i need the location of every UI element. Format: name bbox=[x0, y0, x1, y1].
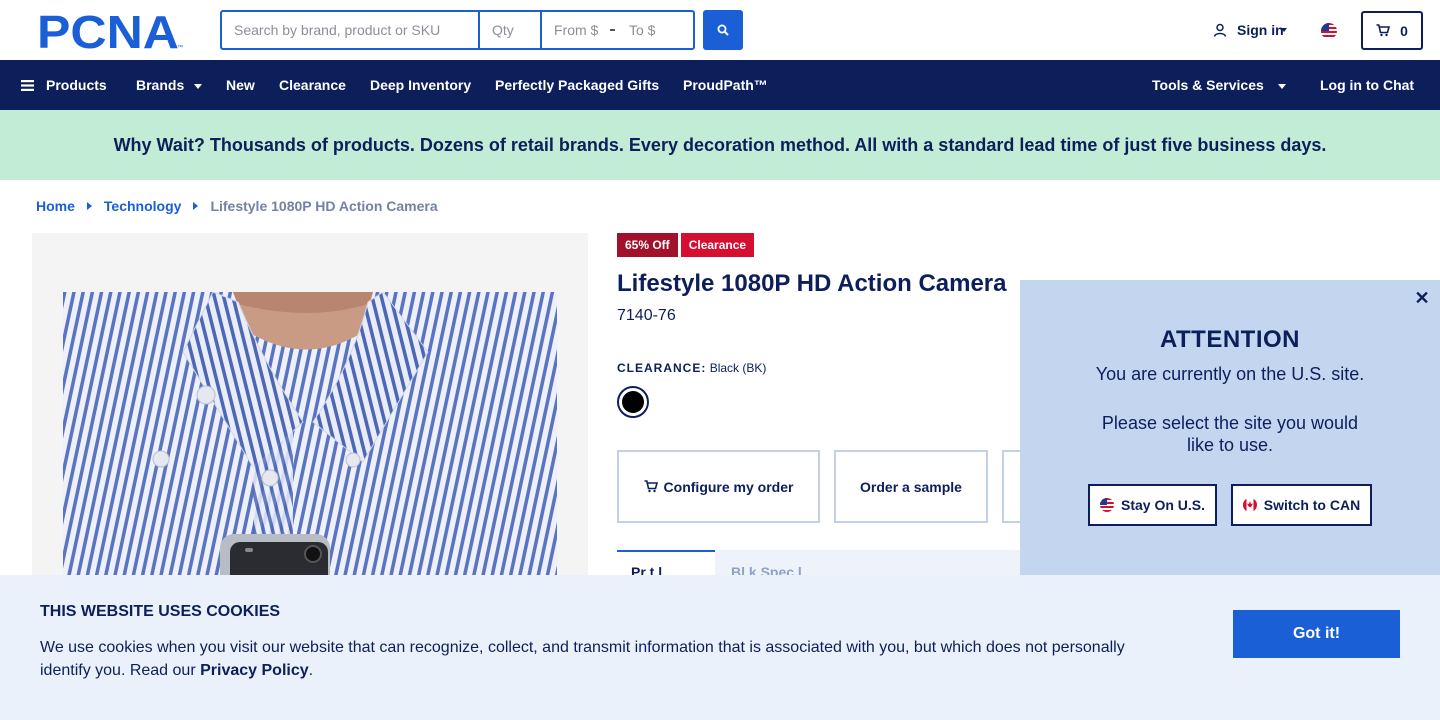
search-icon bbox=[717, 24, 729, 36]
cookie-text: We use cookies when you visit our websit… bbox=[40, 636, 1150, 682]
sign-in-button[interactable]: Sign in bbox=[1213, 22, 1287, 38]
modal-select-text: Please select the site you would like to… bbox=[1101, 413, 1359, 455]
nav-gifts[interactable]: Perfectly Packaged Gifts bbox=[495, 60, 659, 110]
nav-new[interactable]: New bbox=[226, 60, 255, 110]
nav-tools-label: Tools & Services bbox=[1152, 77, 1264, 93]
nav-clearance-label: Clearance bbox=[279, 77, 346, 93]
logo-text: PCNA bbox=[37, 12, 179, 50]
top-header: PCNA ™ Sign in bbox=[0, 0, 1440, 60]
chevron-down-icon bbox=[194, 83, 203, 89]
price-from-input[interactable] bbox=[554, 22, 606, 38]
nav-products-label: Products bbox=[46, 77, 107, 93]
cart-icon bbox=[644, 480, 658, 493]
canada-flag-icon bbox=[1242, 498, 1257, 512]
nav-proudpath[interactable]: ProudPath™ bbox=[683, 60, 768, 110]
product-title: Lifestyle 1080P HD Action Camera bbox=[617, 270, 1007, 297]
configure-order-label: Configure my order bbox=[663, 478, 794, 495]
region-flag-button[interactable] bbox=[1321, 23, 1337, 39]
discount-badge: 65% Off bbox=[617, 233, 678, 257]
pcna-logo[interactable]: PCNA ™ bbox=[37, 6, 184, 58]
color-swatch-black[interactable] bbox=[617, 386, 649, 418]
cart-icon bbox=[1376, 24, 1391, 37]
color-value: Black (BK) bbox=[709, 361, 767, 375]
sign-in-label: Sign in bbox=[1237, 22, 1284, 38]
switch-can-button[interactable]: Switch to CAN bbox=[1231, 484, 1372, 526]
nav-chat-label: Log in to Chat bbox=[1320, 77, 1415, 93]
cookie-accept-label: Got it! bbox=[1292, 625, 1341, 642]
stay-us-button[interactable]: Stay On U.S. bbox=[1088, 484, 1217, 526]
chevron-down-icon bbox=[1277, 83, 1286, 89]
nav-brands[interactable]: Brands bbox=[136, 60, 203, 110]
promo-banner: Why Wait? Thousands of products. Dozens … bbox=[0, 110, 1440, 180]
modal-current-site-text: You are currently on the U.S. site. bbox=[1095, 364, 1365, 384]
nav-tools-services[interactable]: Tools & Services bbox=[1152, 60, 1286, 110]
product-badges: 65% Off Clearance bbox=[617, 233, 757, 257]
qty-input[interactable] bbox=[478, 10, 540, 50]
search-button[interactable] bbox=[703, 10, 743, 50]
nav-brands-label: Brands bbox=[136, 77, 185, 93]
cart-button[interactable]: 0 bbox=[1361, 11, 1423, 50]
menu-icon bbox=[21, 79, 34, 91]
us-flag-icon bbox=[1099, 498, 1114, 512]
main-nav: Products Brands New Clearance Deep Inven… bbox=[0, 60, 1440, 110]
nav-products[interactable]: Products bbox=[21, 60, 107, 110]
product-sku: 7140-76 bbox=[617, 307, 676, 324]
price-to-input[interactable] bbox=[629, 22, 681, 38]
svg-text:™: ™ bbox=[177, 44, 183, 50]
nav-proudpath-label: ProudPath™ bbox=[683, 77, 768, 93]
cookie-period: . bbox=[308, 662, 314, 679]
region-select-modal: ✕ ATTENTION You are currently on the U.S… bbox=[1020, 280, 1440, 580]
switch-can-label: Switch to CAN bbox=[1263, 497, 1361, 513]
privacy-policy-link[interactable]: Privacy Policy bbox=[200, 662, 309, 679]
nav-deep-inventory-label: Deep Inventory bbox=[370, 77, 472, 93]
us-flag-icon bbox=[1321, 23, 1337, 39]
nav-gifts-label: Perfectly Packaged Gifts bbox=[495, 77, 660, 93]
breadcrumb: Home Technology Lifestyle 1080P HD Actio… bbox=[36, 198, 438, 214]
cookie-banner: THIS WEBSITE USES COOKIES We use cookies… bbox=[0, 575, 1440, 720]
nav-new-label: New bbox=[226, 77, 255, 93]
breadcrumb-current: Lifestyle 1080P HD Action Camera bbox=[210, 198, 438, 214]
user-icon bbox=[1213, 23, 1227, 37]
search-bar bbox=[220, 10, 695, 50]
clearance-badge: Clearance bbox=[680, 233, 755, 257]
color-label: CLEARANCE: Black (BK) bbox=[617, 361, 766, 375]
cookie-title: THIS WEBSITE USES COOKIES bbox=[40, 603, 281, 620]
nav-clearance[interactable]: Clearance bbox=[279, 60, 346, 110]
breadcrumb-technology[interactable]: Technology bbox=[104, 198, 182, 214]
cart-count: 0 bbox=[1400, 22, 1408, 39]
chevron-right-icon bbox=[193, 202, 199, 210]
order-sample-label: Order a sample bbox=[860, 478, 962, 495]
promo-banner-text: Why Wait? Thousands of products. Dozens … bbox=[113, 134, 1327, 155]
nav-chat-login[interactable]: Log in to Chat bbox=[1320, 60, 1414, 110]
swatch-fill bbox=[622, 391, 644, 413]
modal-title: ATTENTION bbox=[1159, 326, 1301, 353]
price-range bbox=[540, 10, 695, 50]
stay-us-label: Stay On U.S. bbox=[1120, 497, 1206, 513]
price-range-dash bbox=[610, 29, 615, 31]
breadcrumb-home[interactable]: Home bbox=[36, 198, 75, 214]
nav-deep-inventory[interactable]: Deep Inventory bbox=[370, 60, 471, 110]
order-sample-button[interactable]: Order a sample bbox=[834, 450, 988, 523]
chevron-down-icon bbox=[1280, 28, 1287, 32]
cookie-accept-button[interactable]: Got it! bbox=[1233, 610, 1400, 658]
search-input[interactable] bbox=[220, 10, 478, 50]
color-heading: CLEARANCE: bbox=[617, 361, 707, 375]
close-icon[interactable]: ✕ bbox=[1414, 289, 1430, 307]
chevron-right-icon bbox=[86, 202, 92, 210]
configure-order-button[interactable]: Configure my order bbox=[617, 450, 820, 523]
